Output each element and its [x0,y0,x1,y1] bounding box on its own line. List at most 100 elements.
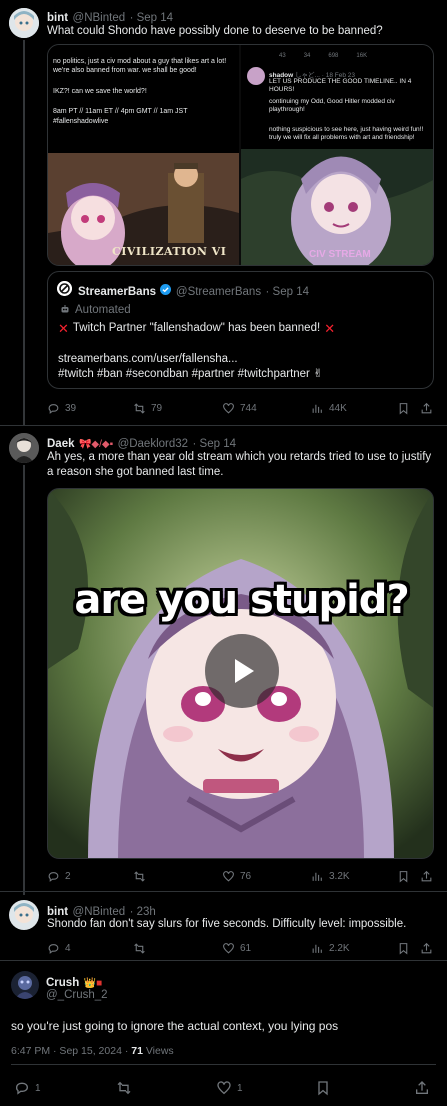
like-button[interactable]: 76 [222,870,251,883]
share-button[interactable] [420,870,433,883]
bookmark-button[interactable] [397,402,410,415]
embedded-avatar [247,67,265,85]
main-post[interactable]: Crush 👑■ @_Crush_2 so you're just going … [0,961,447,1106]
share-button[interactable] [414,1080,430,1096]
views-count: 3.2K [329,871,350,882]
avatar[interactable] [9,900,39,930]
reply-icon [48,404,59,414]
heart-icon [223,871,234,882]
repost-button[interactable]: 79 [133,402,162,415]
views-button[interactable]: 3.2K [311,870,350,883]
like-button[interactable]: 61 [222,942,251,955]
avatar[interactable] [9,433,39,463]
image-text: 8am PT // 11am ET // 4pm GMT // 1am JST [53,108,188,115]
reply-button[interactable]: 1 [14,1080,41,1096]
share-icon [421,402,432,414]
verified-badge-icon [160,282,172,300]
post-1[interactable]: bint @NBinted · Sep 14 What could Shondo… [0,0,447,425]
author-name[interactable]: bint [47,12,68,24]
game-title: CIVILIZATION VI [112,245,227,258]
bookmark-icon [318,1081,328,1096]
reply-count: 2 [65,871,71,882]
streamerbans-avatar [57,281,72,296]
share-button[interactable] [420,402,433,415]
repost-icon [117,1081,131,1095]
bookmark-button[interactable] [397,870,410,883]
embedded-replies: 43 [279,53,286,59]
avatar[interactable] [9,8,39,38]
views-icon [312,944,322,953]
author-handle[interactable]: @NBinted [73,12,126,24]
bookmark-icon [399,871,408,883]
heart-icon [223,943,234,954]
post-timestamp[interactable]: 6:47 PM · Sep 15, 2024 · [11,1045,128,1057]
post-2[interactable]: Daek 🎀◆/◆▪ @Daeklord32 · Sep 14 Ah yes, … [0,426,447,896]
avatar[interactable] [11,971,39,999]
views-button[interactable]: 44K [311,402,347,415]
bookmark-icon [399,943,408,955]
reply-count: 39 [65,403,77,414]
bookmark-button[interactable] [397,942,410,955]
post-text: so you're just going to ignore the actua… [11,1019,339,1033]
image-text: IKZ?! can we save the world?! [53,88,147,95]
views-count: 71 [131,1045,143,1057]
media-right[interactable]: 43 34 698 16K shadow しゃど... · 18 Feb 23 … [241,45,433,265]
reply-button[interactable]: 4 [47,942,71,955]
repost-button[interactable] [116,1080,132,1096]
reply-icon [48,944,59,954]
stream-thumbnail: CIV STREAM [241,149,433,265]
post-text: Shondo fan don't say slurs for five seco… [47,918,407,930]
video-player[interactable]: are you stupid? [47,488,434,859]
embedded-link[interactable]: streamerbans.com/user/fallensha... [58,352,238,367]
reply-button[interactable]: 2 [47,870,71,883]
post-time[interactable]: · Sep 14 [130,12,173,24]
media-grid[interactable]: no politics, just a civ mod about a guy … [47,44,434,266]
bookmark-icon [399,403,408,415]
repost-button[interactable] [133,870,146,883]
media-left[interactable]: no politics, just a civ mod about a guy … [48,45,239,265]
views-icon [312,404,322,413]
post-3[interactable]: bint @NBinted · 23h Shondo fan don't say… [0,892,447,958]
embedded-likes: 698 [328,53,339,59]
embedded-hashtags[interactable]: #twitch #ban #secondban #partner #twitch… [58,368,310,380]
author-handle[interactable]: @_Crush_2 [46,989,108,1001]
repost-icon [134,403,145,414]
play-button[interactable] [205,634,279,708]
share-icon [421,942,432,954]
image-hashtag: #fallenshadowlive [53,118,109,125]
like-button[interactable]: 1 [216,1080,243,1096]
embedded-author-name[interactable]: StreamerBans [78,286,156,298]
like-button[interactable]: 744 [222,402,257,415]
ban-headline: Twitch Partner "fallenshadow" has been b… [72,322,321,334]
victory-hand-icon: ✌ [313,368,323,380]
cross-mark-icon: ✕ [324,321,336,336]
embedded-post-time[interactable]: · Sep 14 [266,286,309,298]
author-name[interactable]: Daek [47,438,75,450]
views-button[interactable]: 2.2K [311,942,350,955]
heart-icon [223,403,234,414]
reply-button[interactable]: 39 [47,402,76,415]
like-count: 1 [237,1082,243,1094]
heart-icon [217,1081,231,1095]
author-name[interactable]: Crush [46,977,79,989]
post-time[interactable]: · Sep 14 [193,438,236,450]
share-button[interactable] [420,942,433,955]
post-text: Ah yes, a more than year old stream whic… [47,451,432,478]
cross-mark-icon: ✕ [58,321,69,336]
views-label: Views [145,1045,174,1057]
author-handle[interactable]: @Daeklord32 [118,438,189,450]
reply-icon [48,872,59,882]
bookmark-button[interactable] [315,1080,331,1096]
embedded-views: 16K [356,53,368,59]
views-count: 2.2K [329,943,350,954]
embedded-text: nothing suspicious to see here, just hav… [269,126,424,141]
play-icon [235,659,254,683]
embedded-post[interactable]: StreamerBans @StreamerBans · Sep 14 Auto… [47,271,434,389]
emoji-icons: 🎀◆/◆▪ [78,439,114,450]
divider [11,1064,436,1065]
reply-count: 4 [65,943,71,954]
repost-button[interactable] [133,942,146,955]
views-icon [312,872,322,881]
embedded-author-handle[interactable]: @StreamerBans [176,286,261,298]
views-count: 44K [329,403,347,414]
